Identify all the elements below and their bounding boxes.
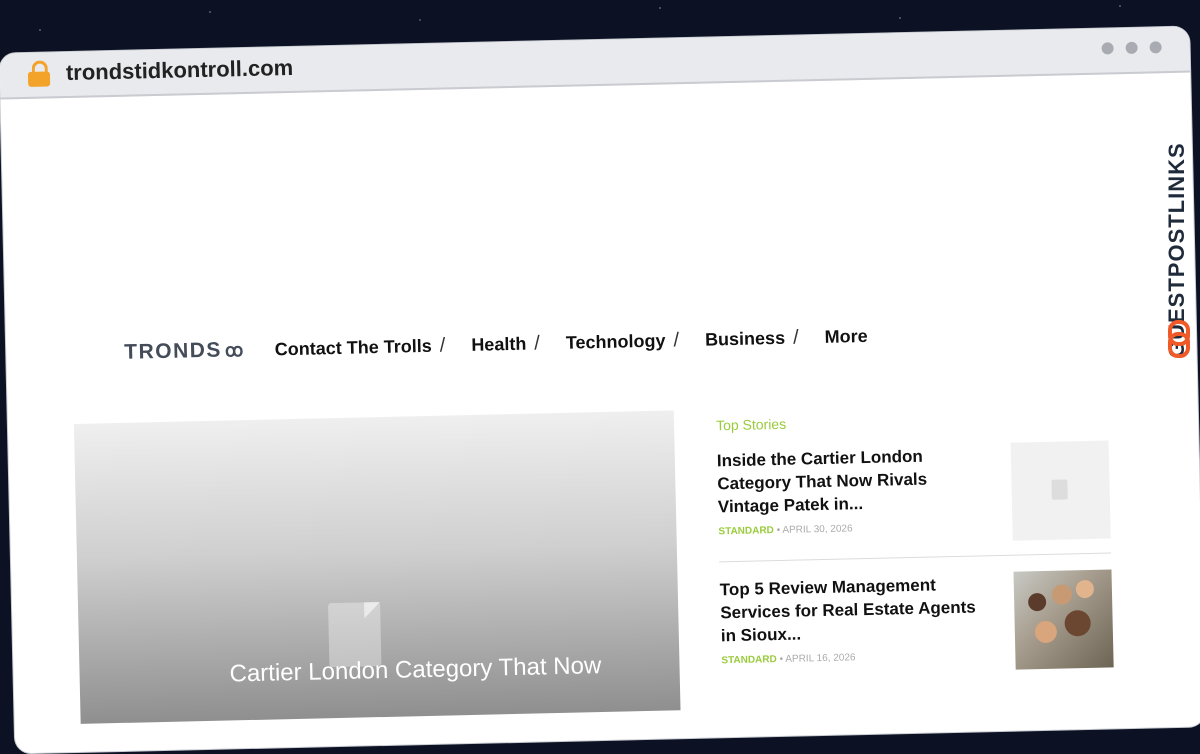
window-dot-icon[interactable]: [1101, 42, 1114, 55]
window-dot-icon[interactable]: [1125, 41, 1138, 54]
photo-person: [1064, 609, 1091, 637]
story-category[interactable]: STANDARD: [718, 525, 774, 537]
story-thumbnail[interactable]: [1010, 440, 1111, 541]
photo-person: [1027, 592, 1047, 612]
nav-label: Business: [704, 327, 786, 350]
guestpostlinks-badge: GUESTPOSTLINKS: [1164, 58, 1194, 358]
photo-person: [1075, 579, 1095, 599]
badge-text: GUESTPOSTLINKS: [1164, 142, 1189, 358]
nav-label: Health: [471, 333, 527, 355]
nav-label: Technology: [565, 330, 666, 353]
nav-label: Contact The Trolls: [274, 335, 432, 359]
meta-dot: •: [776, 524, 781, 537]
story-date: APRIL 30, 2026: [782, 523, 853, 536]
top-stories-sidebar: Top Stories Inside the Cartier London Ca…: [715, 408, 1114, 691]
nav-item-business[interactable]: Business /: [705, 326, 817, 352]
hero-article[interactable]: Cartier London Category That Now: [73, 410, 681, 724]
nav-item-contact[interactable]: Contact The Trolls /: [274, 334, 463, 361]
address-bar[interactable]: trondstidkontroll.com: [66, 55, 294, 86]
main-navigation: TRONDS ꝏ Contact The Trolls / Health / T…: [124, 324, 876, 365]
lock-icon: [27, 60, 51, 87]
nav-item-health[interactable]: Health /: [471, 331, 558, 356]
nav-label: More: [824, 325, 868, 347]
story-title[interactable]: Top 5 Review Management Services for Rea…: [720, 572, 993, 647]
window-dot-icon[interactable]: [1149, 41, 1162, 54]
nav-item-more[interactable]: More: [824, 325, 867, 347]
site-logo[interactable]: TRONDS ꝏ: [124, 338, 245, 365]
nav-separator: /: [792, 325, 799, 349]
window-controls: [1101, 41, 1162, 55]
meta-dot: •: [779, 653, 784, 666]
story-thumbnail[interactable]: [1013, 569, 1114, 670]
nav-separator: /: [439, 334, 446, 357]
browser-window: trondstidkontroll.com TRONDS ꝏ Contact T…: [0, 26, 1200, 754]
story-title[interactable]: Inside the Cartier London Category That …: [717, 443, 990, 518]
nav-separator: /: [534, 331, 541, 354]
list-item: Inside the Cartier London Category That …: [717, 440, 1111, 561]
browser-titlebar: trondstidkontroll.com: [0, 26, 1191, 100]
photo-person: [1034, 620, 1058, 644]
nav-separator: /: [673, 328, 680, 351]
chain-link-icon: [1168, 320, 1190, 358]
document-placeholder-icon: [1051, 479, 1068, 500]
logo-mark-icon: ꝏ: [224, 339, 245, 361]
photo-person: [1051, 584, 1073, 605]
hero-title[interactable]: Cartier London Category That Now: [229, 652, 601, 688]
nav-item-technology[interactable]: Technology /: [566, 328, 698, 354]
sidebar-heading: Top Stories: [715, 415, 787, 434]
story-category[interactable]: STANDARD: [721, 654, 777, 666]
logo-text: TRONDS: [124, 338, 223, 364]
story-date: APRIL 16, 2026: [785, 652, 856, 665]
